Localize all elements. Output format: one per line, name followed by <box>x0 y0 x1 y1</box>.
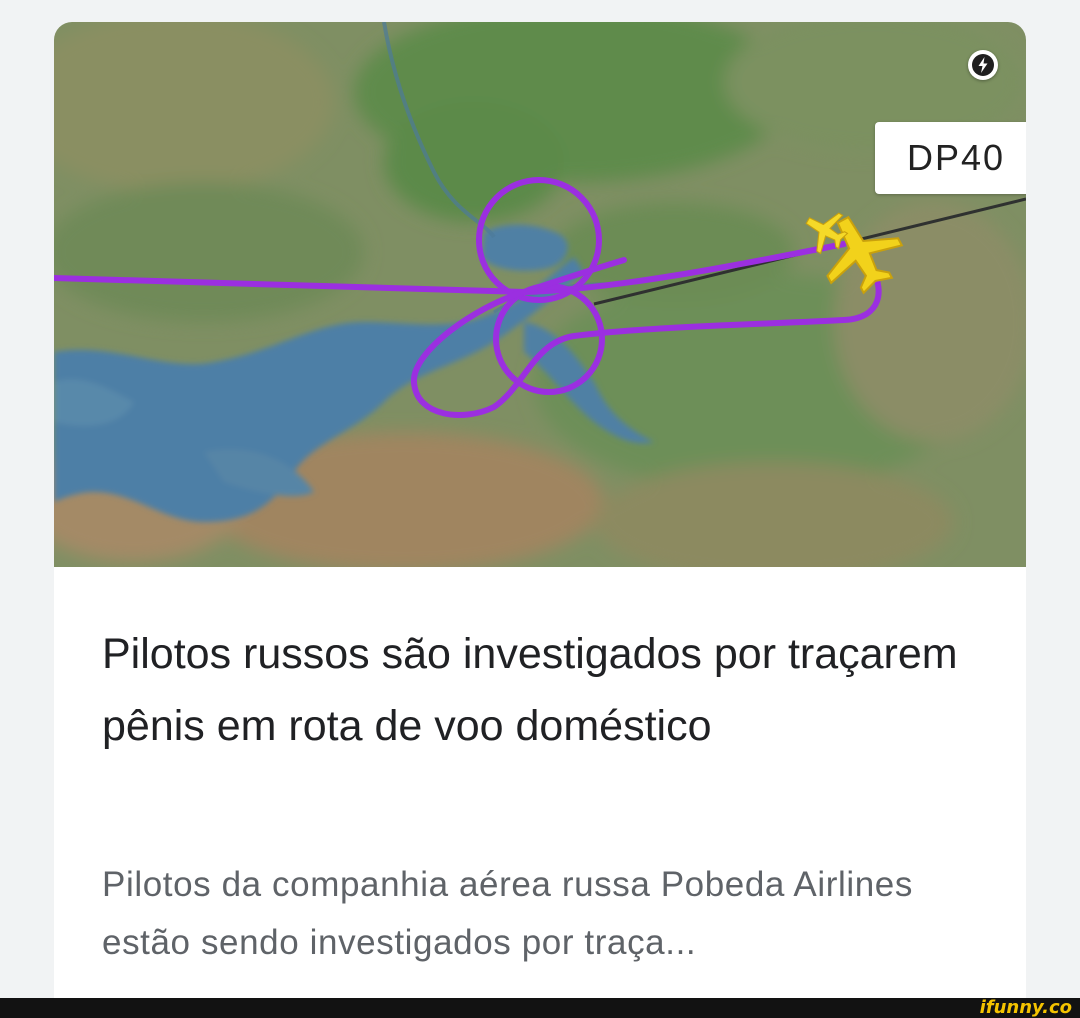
ifunny-watermark: ifunny.co <box>979 997 1072 1018</box>
flight-map-image[interactable] <box>54 22 1026 567</box>
article-snippet: Pilotos da companhia aérea russa Pobeda … <box>102 865 913 962</box>
flight-number-label: DP40 <box>875 122 1026 194</box>
amp-lightning-icon <box>968 50 998 80</box>
article-headline[interactable]: Pilotos russos são investigados por traç… <box>102 618 992 762</box>
news-card[interactable]: DP40 Pilotos russos são investigados por… <box>54 22 1026 998</box>
footer-bar <box>0 998 1080 1018</box>
